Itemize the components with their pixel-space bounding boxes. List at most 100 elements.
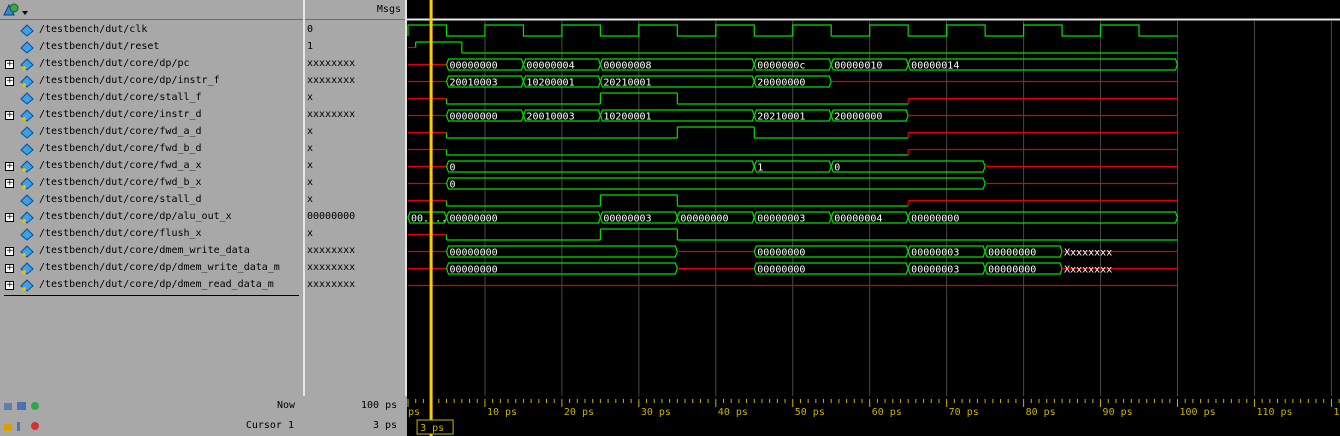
signal-name: /testbench/dut/core/dp/alu_out_x — [39, 211, 232, 222]
signal-name: /testbench/dut/core/dp/instr_f — [39, 75, 220, 86]
bookmark-icon — [17, 402, 26, 410]
bus-value-label: 00000000 — [988, 248, 1036, 259]
value-row[interactable]: xxxxxxxx — [305, 243, 405, 260]
bus-value-label: 20010003 — [526, 112, 574, 123]
expand-icon[interactable]: + — [5, 213, 14, 222]
expand-icon[interactable]: + — [5, 179, 14, 188]
signal-icon — [20, 143, 34, 156]
signal-row[interactable]: + /testbench/dut/core/dp/alu_out_x — [0, 209, 303, 226]
expand-icon[interactable]: + — [5, 162, 14, 171]
value-row[interactable]: x — [305, 226, 405, 243]
signal-row[interactable]: /testbench/dut/core/fwd_b_d — [0, 141, 303, 158]
value-row[interactable]: xxxxxxxx — [305, 260, 405, 277]
signal-name: /testbench/dut/core/fwd_b_x — [39, 177, 202, 188]
signal-row[interactable]: + /testbench/dut/core/dp/instr_f — [0, 73, 303, 90]
expand-icon[interactable]: + — [5, 247, 14, 256]
signal-value: 1 — [307, 41, 314, 52]
value-row[interactable]: 0 — [305, 22, 405, 39]
bus-value-label: 00.... — [411, 214, 447, 225]
signal-name: /testbench/dut/core/flush_x — [39, 228, 202, 239]
bus-value-label: Xxxxxxxx — [1064, 248, 1112, 259]
signal-row[interactable]: + /testbench/dut/core/dp/dmem_read_data_m — [0, 277, 303, 294]
signal-name: /testbench/dut/reset — [39, 41, 160, 52]
value-row[interactable]: x — [305, 192, 405, 209]
wrench-icon — [17, 422, 20, 431]
names-values-splitter[interactable] — [303, 0, 305, 436]
value-row[interactable]: 00000000 — [305, 209, 405, 226]
now-value: 100 ps — [361, 400, 398, 411]
msgs-label: Msgs — [376, 4, 401, 15]
bus-value-label: 20010003 — [449, 78, 497, 89]
bus-value-label: 00000003 — [757, 214, 805, 225]
signal-name: /testbench/dut/core/stall_d — [39, 194, 202, 205]
value-row[interactable]: xxxxxxxx — [305, 56, 405, 73]
value-row[interactable]: xxxxxxxx — [305, 107, 405, 124]
expand-icon[interactable]: + — [5, 111, 14, 120]
bus-signal-icon — [20, 211, 34, 224]
signal-row[interactable]: + /testbench/dut/core/fwd_b_x — [0, 175, 303, 192]
now-label: Now — [276, 400, 295, 411]
bus-value-label: 20000000 — [757, 78, 805, 89]
signal-name: /testbench/dut/core/fwd_b_d — [39, 143, 202, 154]
expand-icon[interactable]: + — [5, 60, 14, 69]
bus-value-label: 20210001 — [603, 78, 651, 89]
wave-window-icon[interactable] — [2, 3, 30, 17]
signal-value: x — [307, 228, 314, 239]
bus-value-label: 10200001 — [603, 112, 651, 123]
now-toolbar-icons[interactable] — [2, 399, 42, 413]
bus-value-label: 00000000 — [449, 112, 497, 123]
signal-name: /testbench/dut/clk — [39, 24, 148, 35]
zoom-icon — [4, 403, 12, 410]
tick-label: 60 ps — [872, 407, 902, 418]
tick-label: 90 ps — [1103, 407, 1133, 418]
expand-icon[interactable]: + — [5, 281, 14, 290]
waveform-pane[interactable]: 00000000 00000004 00000008 0000000c 00000010… — [407, 0, 1340, 396]
cursor-toolbar-icons[interactable] — [2, 419, 42, 433]
value-row[interactable]: xxxxxxxx — [305, 277, 405, 294]
signal-row[interactable]: + /testbench/dut/core/fwd_a_x — [0, 158, 303, 175]
signal-row[interactable]: + /testbench/dut/core/dmem_write_data — [0, 243, 303, 260]
timeline-ruler[interactable]: ps 10 ps 20 ps 30 ps 40 ps 50 ps 60 ps 70 ps 80 … — [407, 396, 1340, 436]
signal-names-pane: /testbench/dut/clk/testbench/dut/reset + /… — [0, 0, 303, 396]
signal-row[interactable]: /testbench/dut/clk — [0, 22, 303, 39]
value-row[interactable]: x — [305, 124, 405, 141]
signal-icon — [20, 194, 34, 207]
signal-row[interactable]: /testbench/dut/core/stall_d — [0, 192, 303, 209]
remove-cursor-icon — [31, 422, 39, 430]
value-row[interactable]: xxxxxxxx — [305, 73, 405, 90]
value-row[interactable]: x — [305, 90, 405, 107]
signal-value: x — [307, 160, 314, 171]
signal-value: xxxxxxxx — [307, 262, 356, 273]
signal-value: x — [307, 143, 314, 154]
tick-label: 40 ps — [718, 407, 748, 418]
expand-icon[interactable]: + — [5, 264, 14, 273]
bus-segment — [445, 160, 755, 173]
bus-value-label: 00000000 — [911, 214, 959, 225]
tick-label: 10 ps — [487, 407, 517, 418]
bus-value-label: 00000000 — [680, 214, 728, 225]
signal-row[interactable]: + /testbench/dut/core/dp/pc — [0, 56, 303, 73]
value-row[interactable]: x — [305, 158, 405, 175]
signal-row[interactable]: /testbench/dut/core/fwd_a_d — [0, 124, 303, 141]
value-row[interactable]: x — [305, 175, 405, 192]
signal-row[interactable]: /testbench/dut/core/stall_f — [0, 90, 303, 107]
bus-value-label: 0 — [834, 163, 840, 174]
value-row[interactable]: 1 — [305, 39, 405, 56]
clk-wave — [407, 24, 1178, 37]
expand-icon[interactable]: + — [5, 77, 14, 86]
signal-value: xxxxxxxx — [307, 109, 356, 120]
signal-name: /testbench/dut/core/fwd_a_x — [39, 160, 202, 171]
bus-value-label: 00000000 — [449, 214, 497, 225]
value-row[interactable]: x — [305, 141, 405, 158]
signal-icon — [20, 126, 34, 139]
signal-row[interactable]: /testbench/dut/core/flush_x — [0, 226, 303, 243]
signal-row[interactable]: + /testbench/dut/core/instr_d — [0, 107, 303, 124]
bus-value-label: 00000004 — [834, 214, 882, 225]
tick-label: 30 ps — [641, 407, 671, 418]
signal-icon — [20, 228, 34, 241]
signal-row[interactable]: + /testbench/dut/core/dp/dmem_write_data_… — [0, 260, 303, 277]
signal-row[interactable]: /testbench/dut/reset — [0, 39, 303, 56]
signal-icon — [20, 92, 34, 105]
tick-label: 100 ps — [1180, 407, 1216, 418]
cursor-track — [407, 416, 1340, 436]
